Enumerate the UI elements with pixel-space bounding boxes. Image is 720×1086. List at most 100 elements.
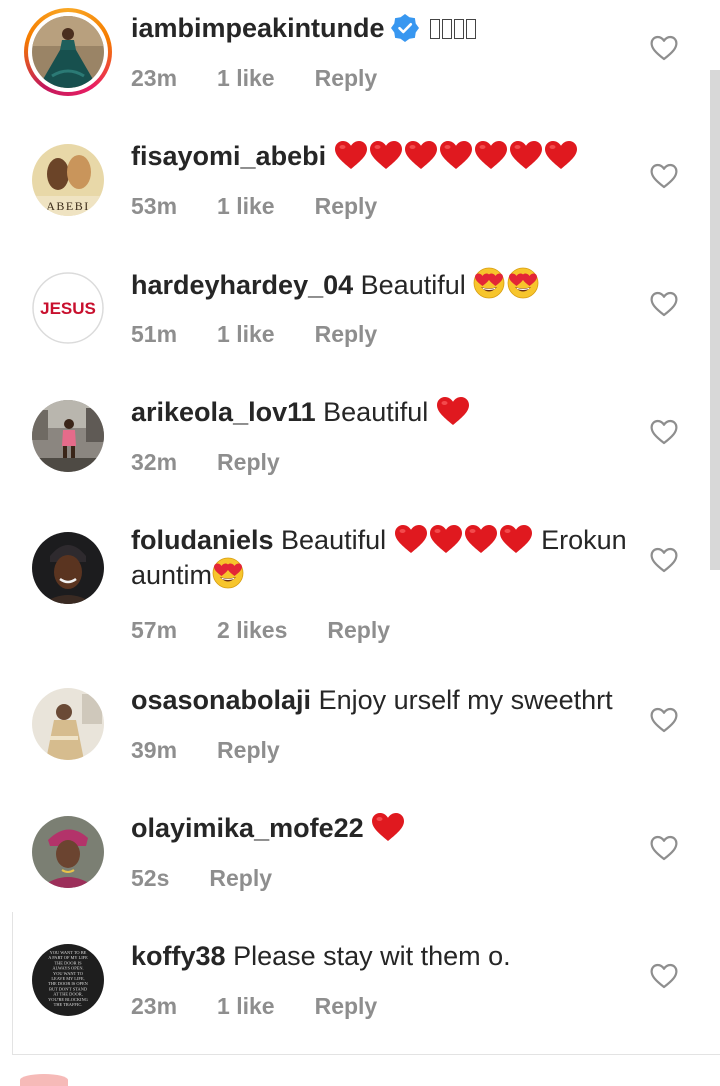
- heart-outline-icon[interactable]: [650, 547, 678, 573]
- heart-outline-icon[interactable]: [650, 963, 678, 989]
- missing-glyph-box: [442, 19, 453, 39]
- comment-text: olayimika_mofe22: [131, 811, 635, 845]
- red-heart-emoji: [464, 524, 498, 554]
- comment-text: fisayomi_abebi: [131, 139, 635, 173]
- username[interactable]: hardeyhardey_04: [131, 270, 353, 300]
- missing-glyph-box: [430, 19, 441, 39]
- timestamp: 53m: [131, 193, 178, 219]
- comment-meta: 39m Reply: [131, 736, 320, 764]
- red-heart-emoji: [369, 140, 403, 170]
- reply-button[interactable]: Reply: [315, 64, 378, 92]
- comment-body-continued: Erokun: [541, 525, 627, 555]
- username[interactable]: koffy38: [131, 941, 226, 971]
- likes-count[interactable]: 1 like: [217, 192, 275, 220]
- comment-body: Beautiful: [323, 397, 429, 427]
- avatar[interactable]: [32, 816, 104, 888]
- username[interactable]: olayimika_mofe22: [131, 813, 364, 843]
- red-heart-emoji: [509, 140, 543, 170]
- red-heart-emoji: [429, 524, 463, 554]
- timestamp: 23m: [131, 65, 178, 91]
- comment-meta: 52s Reply: [131, 864, 312, 892]
- likes-count[interactable]: 1 like: [217, 992, 275, 1020]
- reply-button[interactable]: Reply: [217, 736, 280, 764]
- heart-eyes-emoji: [473, 267, 505, 299]
- red-heart-emoji: [436, 396, 470, 426]
- heart-outline-icon[interactable]: [650, 35, 678, 61]
- verified-badge-icon: [390, 14, 419, 42]
- comment-meta: 23m 1 like Reply: [131, 992, 417, 1020]
- comment-body: Enjoy urself my sweethrt: [318, 685, 613, 715]
- reply-button[interactable]: Reply: [315, 320, 378, 348]
- heart-eyes-emoji: [507, 267, 539, 299]
- heart-outline-icon[interactable]: [650, 419, 678, 445]
- avatar[interactable]: [32, 688, 104, 760]
- heart-eyes-emoji: [212, 557, 244, 589]
- story-ring[interactable]: [24, 8, 112, 96]
- username[interactable]: osasonabolaji: [131, 685, 311, 715]
- likes-count[interactable]: 1 like: [217, 64, 275, 92]
- red-heart-emoji: [404, 140, 438, 170]
- timestamp: 52s: [131, 865, 170, 891]
- comment-text: osasonabolaji Enjoy urself my sweethrt: [131, 683, 635, 717]
- comment-meta: 53m 1 like Reply: [131, 192, 417, 220]
- avatar[interactable]: JESUS: [32, 272, 104, 344]
- comment-text: hardeyhardey_04 Beautiful: [131, 267, 635, 302]
- timestamp: 23m: [131, 993, 178, 1019]
- likes-count[interactable]: 1 like: [217, 320, 275, 348]
- comment-meta: 57m 2 likes Reply: [131, 616, 430, 644]
- comment-item: iambimpeakintunde 23m 1 like Reply: [0, 8, 720, 128]
- heart-outline-icon[interactable]: [650, 291, 678, 317]
- reply-button[interactable]: Reply: [327, 616, 390, 644]
- comment-item: osasonabolaji Enjoy urself my sweethrt 39…: [0, 680, 720, 800]
- missing-glyph-box: [466, 19, 477, 39]
- svg-text:JESUS: JESUS: [40, 299, 96, 318]
- comment-item: arikeola_lov11 Beautiful 32m Reply: [0, 392, 720, 512]
- red-heart-emoji: [439, 140, 473, 170]
- avatar[interactable]: [32, 400, 104, 472]
- comment-meta: 32m Reply: [131, 448, 320, 476]
- username[interactable]: iambimpeakintunde: [131, 13, 385, 43]
- heart-outline-icon[interactable]: [650, 163, 678, 189]
- avatar[interactable]: ABEBI: [32, 144, 104, 216]
- heart-outline-icon[interactable]: [650, 707, 678, 733]
- avatar[interactable]: [32, 532, 104, 604]
- comment-item: ABEBI fisayomi_abebi 53m 1 like Reply: [0, 136, 720, 256]
- red-heart-emoji: [474, 140, 508, 170]
- comment-item: JESUS hardeyhardey_04 Beautiful 51m 1 like…: [0, 264, 720, 384]
- comment-text: foludaniels Beautiful Erokun auntim: [131, 523, 635, 592]
- comment-item: olayimika_mofe22 52s Reply: [0, 808, 720, 928]
- reply-button[interactable]: Reply: [209, 864, 272, 892]
- comment-body: Beautiful: [360, 270, 466, 300]
- username[interactable]: arikeola_lov11: [131, 397, 316, 427]
- reply-button[interactable]: Reply: [315, 992, 378, 1020]
- red-heart-emoji: [394, 524, 428, 554]
- avatar[interactable]: [32, 16, 104, 88]
- reply-button[interactable]: Reply: [217, 448, 280, 476]
- avatar[interactable]: YOU WANT TO BE A PART OF MY LIFE THE DOOR …: [32, 944, 104, 1016]
- timestamp: 51m: [131, 321, 178, 347]
- heart-outline-icon[interactable]: [650, 835, 678, 861]
- likes-count[interactable]: 2 likes: [217, 616, 287, 644]
- timestamp: 39m: [131, 737, 178, 763]
- red-heart-emoji: [371, 812, 405, 842]
- scrollbar[interactable]: [710, 70, 720, 570]
- comment-body: Beautiful: [281, 525, 387, 555]
- comment-meta: 23m 1 like Reply: [131, 64, 417, 92]
- svg-text:THE TRAFFIC.: THE TRAFFIC.: [54, 1002, 83, 1007]
- red-heart-emoji: [544, 140, 578, 170]
- username[interactable]: foludaniels: [131, 525, 274, 555]
- red-heart-emoji: [499, 524, 533, 554]
- svg-text:ABEBI: ABEBI: [46, 199, 90, 213]
- username[interactable]: fisayomi_abebi: [131, 141, 326, 171]
- comment-item: foludaniels Beautiful Erokun auntim 57m 2 l…: [0, 520, 720, 643]
- timestamp: 57m: [131, 617, 178, 643]
- next-comment-peek: [20, 1074, 68, 1086]
- comment-thread-line: [12, 912, 13, 1054]
- comment-text: iambimpeakintunde: [131, 11, 635, 45]
- comment-meta: 51m 1 like Reply: [131, 320, 417, 348]
- divider: [12, 1054, 720, 1055]
- comment-text: koffy38 Please stay wit them o.: [131, 939, 635, 973]
- missing-glyph-box: [454, 19, 465, 39]
- reply-button[interactable]: Reply: [315, 192, 378, 220]
- comment-body-line2: auntim: [131, 560, 213, 590]
